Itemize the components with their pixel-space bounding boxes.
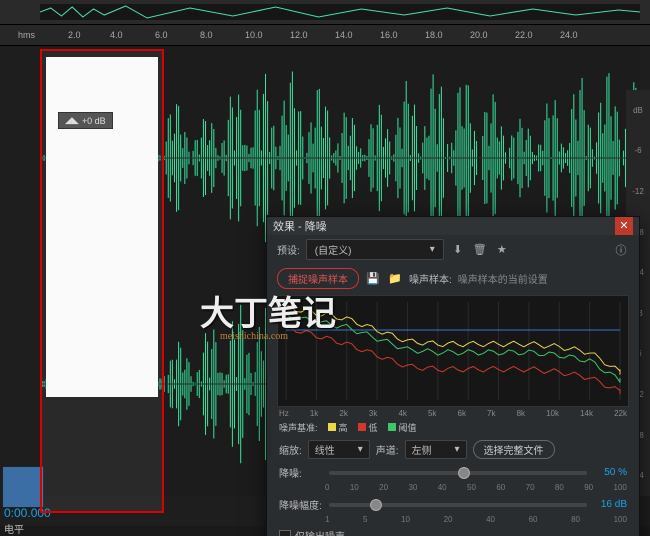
favorite-icon[interactable]: ★ — [494, 242, 510, 258]
chart-legend: 噪声基准: 高 低 阈值 — [267, 418, 639, 437]
amt-value[interactable]: 16 dB — [593, 499, 627, 510]
output-noise-only-label: 仅输出噪声 — [295, 528, 345, 536]
legend-thresh: 阈值 — [399, 423, 417, 433]
nr-ticks: 0102030405060708090100 — [267, 483, 639, 494]
channel-label: 声道: — [376, 442, 399, 457]
preset-value: (自定义) — [315, 242, 352, 257]
scale-value: 线性 — [315, 442, 335, 457]
delete-preset-icon[interactable]: 🗑 — [472, 242, 488, 258]
overview-waveform[interactable] — [40, 4, 640, 20]
ruler-tick: 20.0 — [470, 30, 488, 40]
info-icon[interactable]: ⓘ — [613, 242, 629, 258]
ruler-tick: 22.0 — [515, 30, 533, 40]
close-button[interactable]: ✕ — [615, 217, 633, 235]
amt-label: 降噪幅度: — [279, 497, 323, 512]
folder-icon[interactable]: 📁 — [387, 271, 403, 287]
legend-high: 高 — [339, 423, 348, 433]
save-sample-icon[interactable]: 💾 — [365, 271, 381, 287]
legend-label: 噪声基准: — [279, 421, 318, 434]
ruler-tick: 6.0 — [155, 30, 168, 40]
gain-value: +0 dB — [82, 116, 106, 126]
ruler-unit: hms — [18, 30, 35, 40]
dialog-title-text: 效果 - 降噪 — [273, 218, 327, 234]
chevron-down-icon: ▾ — [358, 444, 363, 455]
scale-label: 缩放: — [279, 442, 302, 457]
app-topbar — [0, 0, 650, 25]
scale-tick: -6 — [626, 146, 650, 155]
level-label: 电平 — [4, 521, 24, 536]
legend-low: 低 — [369, 423, 378, 433]
checkbox-icon[interactable] — [279, 530, 291, 536]
amt-ticks: 151020406080100 — [267, 515, 639, 526]
chevron-down-icon: ▾ — [455, 444, 460, 455]
asset-thumbnail[interactable] — [2, 466, 44, 508]
noise-reduction-dialog: 效果 - 降噪 ✕ 预设: (自定义) ▾ ⬇ 🗑 ★ ⓘ 捕捉噪声样本 💾 📁… — [266, 216, 640, 536]
capture-row: 捕捉噪声样本 💾 📁 噪声样本: 噪声样本的当前设置 — [267, 264, 639, 293]
ruler-tick: 16.0 — [380, 30, 398, 40]
nr-label: 降噪: — [279, 465, 323, 480]
scale-row: 缩放: 线性 ▾ 声道: 左侧 ▾ 选择完整文件 — [267, 437, 639, 462]
ruler-tick: 14.0 — [335, 30, 353, 40]
ruler-tick: 10.0 — [245, 30, 263, 40]
save-preset-icon[interactable]: ⬇ — [450, 242, 466, 258]
gain-icon: ◢◣ — [65, 115, 79, 126]
preset-label: 预设: — [277, 242, 300, 257]
scale-dropdown[interactable]: 线性 ▾ — [308, 440, 370, 459]
editor-main: dB -6 -12 -18 -24 dB -6 -12 -18 -24 ◢◣ +… — [0, 46, 650, 526]
amt-row: 降噪幅度: 16 dB — [267, 494, 639, 515]
time-ruler[interactable]: hms 2.0 4.0 6.0 8.0 10.0 12.0 14.0 16.0 … — [0, 25, 650, 46]
noise-reduction-slider[interactable] — [329, 471, 587, 475]
chevron-down-icon: ▾ — [430, 244, 435, 255]
noise-sample-label: 噪声样本: — [409, 271, 452, 286]
scale-tick: -12 — [626, 187, 650, 196]
nr-row: 降噪: 50 % — [267, 462, 639, 483]
ruler-tick: 18.0 — [425, 30, 443, 40]
ruler-tick: 8.0 — [200, 30, 213, 40]
ruler-tick: 4.0 — [110, 30, 123, 40]
ruler-tick: 2.0 — [68, 30, 81, 40]
reduce-by-slider[interactable] — [329, 503, 587, 507]
capture-noise-button[interactable]: 捕捉噪声样本 — [277, 268, 359, 289]
dialog-titlebar[interactable]: 效果 - 降噪 ✕ — [267, 217, 639, 235]
preset-row: 预设: (自定义) ▾ ⬇ 🗑 ★ ⓘ — [267, 235, 639, 264]
timecode-display[interactable]: 0:00.000 — [4, 506, 51, 520]
preset-dropdown[interactable]: (自定义) ▾ — [306, 239, 444, 260]
noise-sample-hint: 噪声样本的当前设置 — [458, 271, 548, 286]
scale-db: dB — [626, 106, 650, 115]
select-entire-file-button[interactable]: 选择完整文件 — [473, 440, 555, 459]
channel-value: 左侧 — [412, 442, 432, 457]
ruler-tick: 24.0 — [560, 30, 578, 40]
noise-spectrum-chart[interactable] — [277, 295, 629, 407]
channel-dropdown[interactable]: 左侧 ▾ — [405, 440, 467, 459]
chart-xaxis: Hz1k2k3k4k5k6k7k8k10k14k22k — [267, 409, 639, 418]
nr-value[interactable]: 50 % — [593, 467, 627, 478]
gain-badge[interactable]: ◢◣ +0 dB — [58, 112, 113, 129]
ruler-tick: 12.0 — [290, 30, 308, 40]
output-noise-only-row[interactable]: 仅输出噪声 — [267, 526, 639, 536]
